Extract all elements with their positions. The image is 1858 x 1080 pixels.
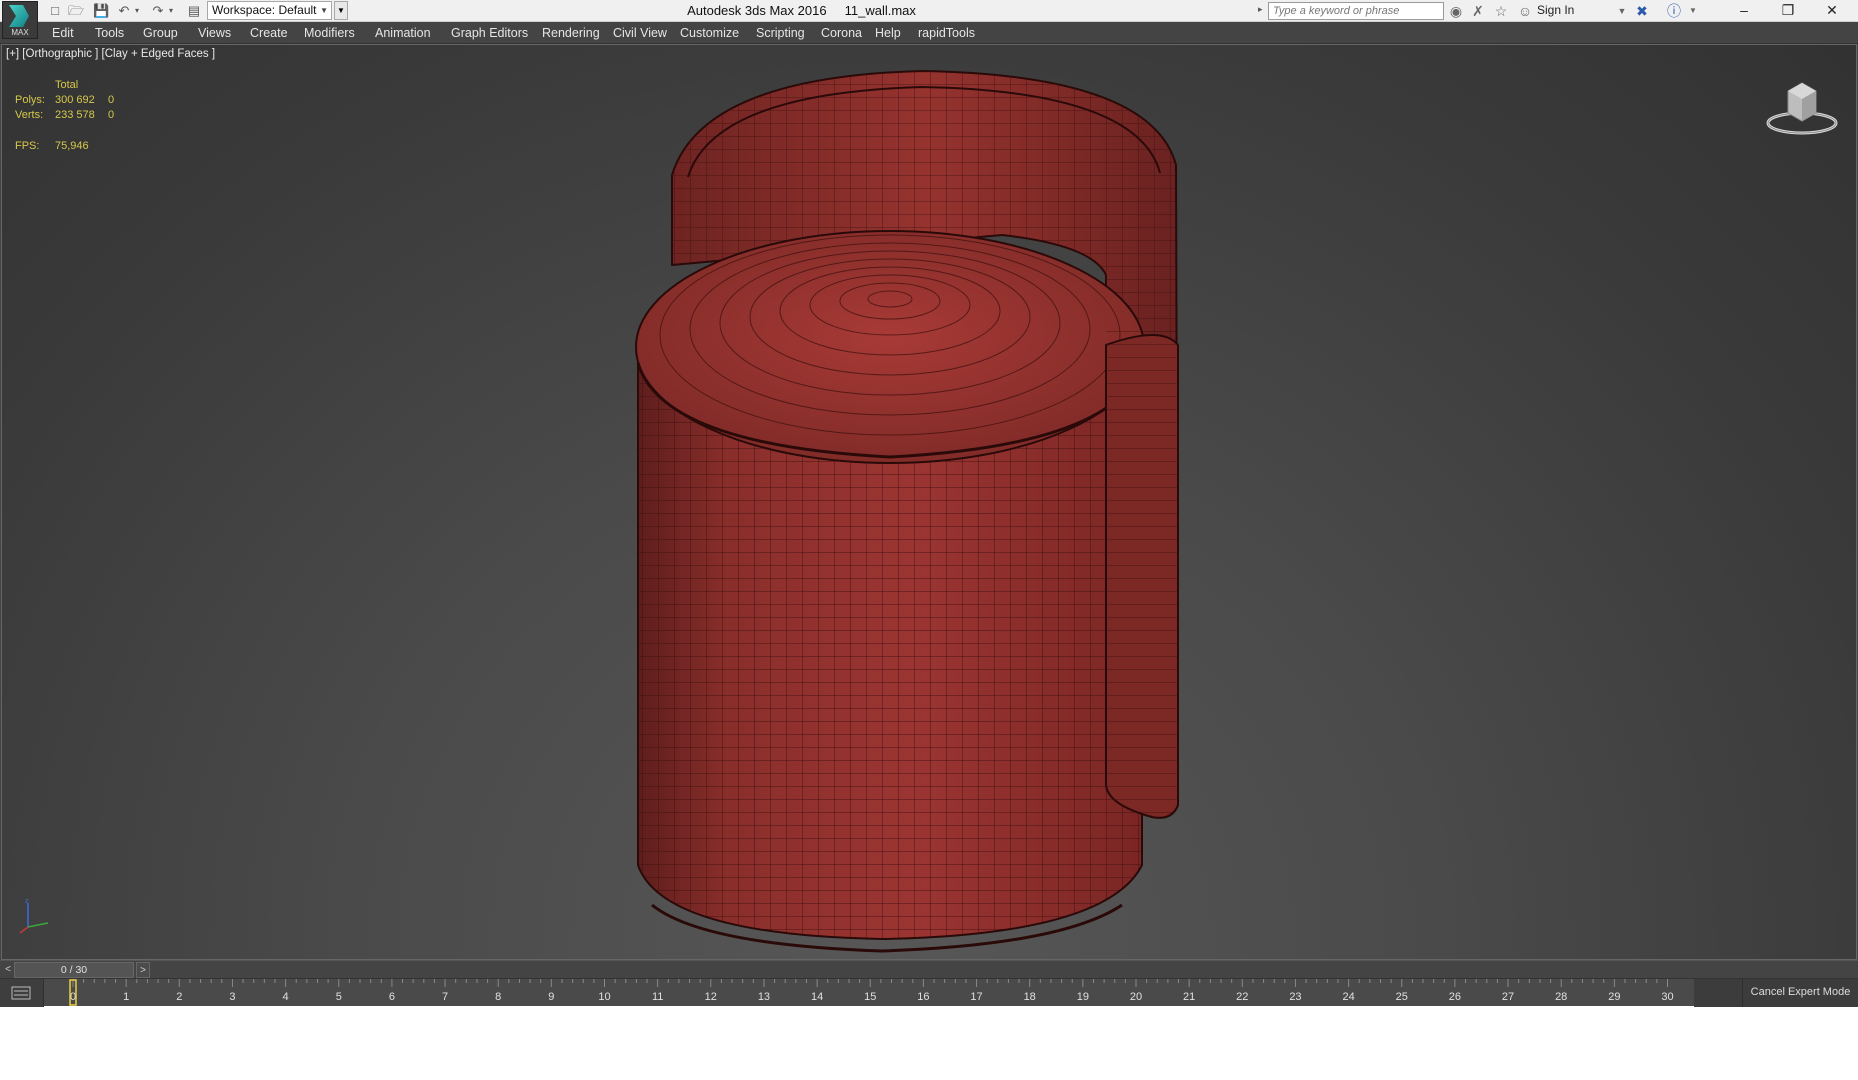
menu-create[interactable]: Create xyxy=(250,26,288,40)
timeline-frame-label: 0 xyxy=(70,991,76,1003)
timeline-frame-label: 22 xyxy=(1236,991,1248,1003)
search-input[interactable]: Type a keyword or phrase xyxy=(1268,2,1444,20)
stats-polys-selected: 0 xyxy=(108,94,115,106)
sign-in-button[interactable]: Sign In xyxy=(1537,3,1574,17)
timeline-frame-label: 12 xyxy=(705,991,717,1003)
menu-graph-editors[interactable]: Graph Editors xyxy=(451,26,528,40)
timeline-frame-label: 25 xyxy=(1396,991,1408,1003)
timeline-frame-label: 28 xyxy=(1555,991,1567,1003)
title-bar: MAX □ 🗁 💾 ↶ ▾ ↷ ▾ ▤ Workspace: Default ▼… xyxy=(0,0,1858,39)
timeline-frame-label: 21 xyxy=(1183,991,1195,1003)
menu-rendering[interactable]: Rendering xyxy=(542,26,600,40)
menu-civil-view[interactable]: Civil View xyxy=(613,26,667,40)
stats-fps-value: 75,946 xyxy=(55,140,89,152)
timeline-frame-label: 17 xyxy=(970,991,982,1003)
search-expand-icon[interactable]: ▸ xyxy=(1258,4,1263,15)
timeline-frame-label: 19 xyxy=(1077,991,1089,1003)
3dsmax-logo-icon[interactable]: MAX xyxy=(2,1,38,39)
axis-tripod-icon: z xyxy=(19,898,49,934)
time-slider[interactable]: 0 / 30 xyxy=(14,962,134,978)
menu-bar: Edit Tools Group Views Create Modifiers … xyxy=(0,22,1858,44)
user-icon: ☺ xyxy=(1517,3,1533,19)
timeline-frame-label: 18 xyxy=(1024,991,1036,1003)
menu-edit[interactable]: Edit xyxy=(52,26,74,40)
stats-polys-value: 300 692 xyxy=(55,94,95,106)
timeline-frame-label: 2 xyxy=(176,991,182,1003)
binoculars-icon[interactable]: ◉ xyxy=(1447,2,1465,20)
timeline-frame-label: 27 xyxy=(1502,991,1514,1003)
track-bar-end xyxy=(1694,979,1742,1007)
stats-verts-label: Verts: xyxy=(15,109,44,121)
minimize-button[interactable]: – xyxy=(1722,0,1766,22)
help-dropdown-icon[interactable]: ▼ xyxy=(1684,2,1702,20)
close-x-icon[interactable]: ✖ xyxy=(1633,2,1651,20)
timeline-track[interactable]: 0 1 2 3 4 5 6 7 8 9 10 11 12 13 14 15 16 17 18 19 20 21 22 23 24… xyxy=(46,979,1692,1007)
timeline-frame-label: 26 xyxy=(1449,991,1461,1003)
menu-customize[interactable]: Customize xyxy=(680,26,739,40)
timeline-frame-label: 14 xyxy=(811,991,823,1003)
logo-label: MAX xyxy=(11,28,29,37)
timeline-frame-label: 29 xyxy=(1608,991,1620,1003)
tools-icon[interactable]: ✗ xyxy=(1469,2,1487,20)
perspective-viewport[interactable]: [+] [Orthographic ] [Clay + Edged Faces … xyxy=(1,44,1857,960)
menu-help[interactable]: Help xyxy=(875,26,901,40)
stats-fps-label: FPS: xyxy=(15,140,40,152)
timeline-frame-label: 10 xyxy=(598,991,610,1003)
timeline-frame-label: 16 xyxy=(917,991,929,1003)
menu-animation[interactable]: Animation xyxy=(375,26,431,40)
timeline-frame-label: 5 xyxy=(336,991,342,1003)
menu-views[interactable]: Views xyxy=(198,26,231,40)
viewport-label-menu[interactable]: [+] [Orthographic ] [Clay + Edged Faces … xyxy=(6,48,215,60)
menu-rapidtools[interactable]: rapidTools xyxy=(918,26,975,40)
timeline-frame-label: 23 xyxy=(1289,991,1301,1003)
timeline-frame-label: 3 xyxy=(229,991,235,1003)
star-icon[interactable]: ☆ xyxy=(1492,2,1510,20)
application-window: MAX □ 🗁 💾 ↶ ▾ ↷ ▾ ▤ Workspace: Default ▼… xyxy=(0,0,1858,1007)
menu-corona[interactable]: Corona xyxy=(821,26,862,40)
timeline-frame-label: 6 xyxy=(389,991,395,1003)
stats-total-label: Total xyxy=(55,79,79,91)
track-bar: 0 1 2 3 4 5 6 7 8 9 10 11 12 13 14 15 16 17 18 19 20 21 22 23 24… xyxy=(0,978,1858,1007)
stats-polys-label: Polys: xyxy=(15,94,45,106)
cancel-expert-mode-button[interactable]: Cancel Expert Mode xyxy=(1742,979,1858,1007)
stats-verts-value: 233 578 xyxy=(55,109,95,121)
stats-verts-selected: 0 xyxy=(108,109,115,121)
timeline-frame-label: 30 xyxy=(1661,991,1673,1003)
svg-text:z: z xyxy=(25,898,29,905)
timeline-frame-label: 11 xyxy=(652,991,663,1003)
timeline-frame-label: 4 xyxy=(283,991,289,1003)
menu-modifiers[interactable]: Modifiers xyxy=(304,26,355,40)
menu-group[interactable]: Group xyxy=(143,26,178,40)
mini-curve-editor-icon[interactable] xyxy=(0,979,44,1007)
timeline-frame-label: 1 xyxy=(123,991,129,1003)
next-frame-button[interactable]: > xyxy=(136,962,150,978)
timeline-frame-label: 9 xyxy=(548,991,554,1003)
menu-scripting[interactable]: Scripting xyxy=(756,26,805,40)
timeline-frame-label: 7 xyxy=(442,991,448,1003)
restore-button[interactable]: ❐ xyxy=(1766,0,1810,22)
sign-in-dropdown-icon[interactable]: ▼ xyxy=(1613,2,1631,20)
chair-model xyxy=(635,69,1180,953)
close-window-button[interactable]: ✕ xyxy=(1810,0,1854,22)
timeline-frame-label: 24 xyxy=(1342,991,1354,1003)
viewcube-icon[interactable] xyxy=(1766,79,1838,139)
time-slider-bar: < 0 / 30 > xyxy=(0,960,1858,978)
timeline-frame-label: 13 xyxy=(758,991,770,1003)
help-icon[interactable]: ⓘ xyxy=(1665,2,1683,20)
timeline-frame-label: 15 xyxy=(864,991,876,1003)
previous-frame-button[interactable]: < xyxy=(2,963,14,977)
menu-tools[interactable]: Tools xyxy=(95,26,124,40)
timeline-frame-label: 20 xyxy=(1130,991,1142,1003)
timeline-frame-label: 8 xyxy=(495,991,501,1003)
